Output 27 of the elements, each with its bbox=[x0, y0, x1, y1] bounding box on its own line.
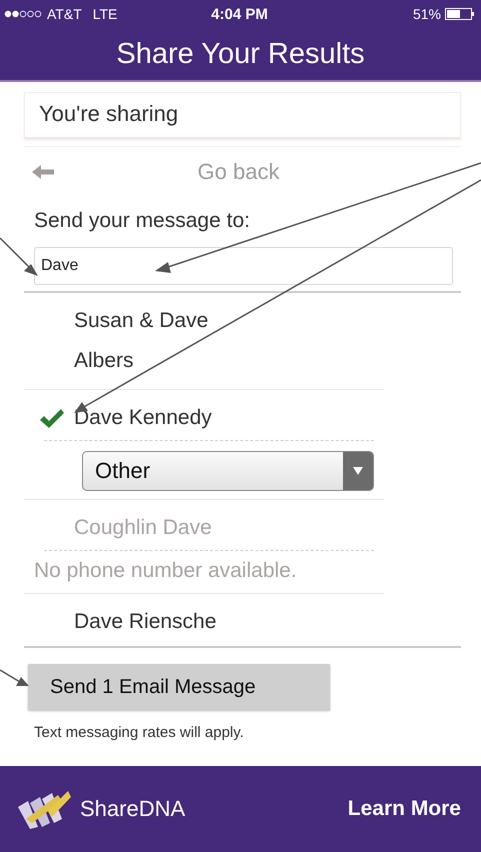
battery-text: 51% bbox=[412, 6, 441, 22]
learn-more-link[interactable]: Learn More bbox=[348, 797, 461, 821]
contact-note: No phone number available. bbox=[33, 558, 298, 584]
dropdown-caret-icon bbox=[353, 467, 363, 475]
signal-icon bbox=[4, 10, 42, 18]
recipient-label: Send your message to: bbox=[34, 209, 251, 233]
network-text: LTE bbox=[92, 6, 118, 22]
rates-note: Text messaging rates will apply. bbox=[34, 724, 245, 741]
send-button[interactable]: Send 1 Email Message bbox=[28, 664, 330, 710]
contact-name: Coughlin Dave bbox=[74, 515, 213, 541]
type-dropdown[interactable]: Other bbox=[82, 451, 374, 491]
brand-name: ShareDNA bbox=[80, 796, 186, 822]
sharing-panel[interactable]: You're sharing bbox=[24, 92, 461, 138]
screen-title: Share Your Results bbox=[116, 38, 365, 70]
contact-name: Dave Riensche bbox=[74, 609, 218, 635]
logo-icon bbox=[16, 789, 72, 829]
carrier-text: AT&T bbox=[47, 6, 82, 22]
contact-row[interactable]: Dave Riensche bbox=[24, 594, 384, 646]
recipient-input[interactable]: Dave bbox=[34, 247, 453, 285]
contact-row[interactable]: Susan & Dave Albers bbox=[24, 293, 384, 381]
annotation-arrow bbox=[0, 237, 38, 276]
contact-name: Susan & Dave Albers bbox=[74, 308, 210, 374]
annotation-arrow bbox=[0, 669, 29, 686]
time-text: 4:04 PM bbox=[211, 6, 268, 22]
back-arrow-icon bbox=[32, 165, 54, 179]
checkmark-icon bbox=[39, 408, 65, 430]
battery-icon bbox=[444, 8, 475, 20]
